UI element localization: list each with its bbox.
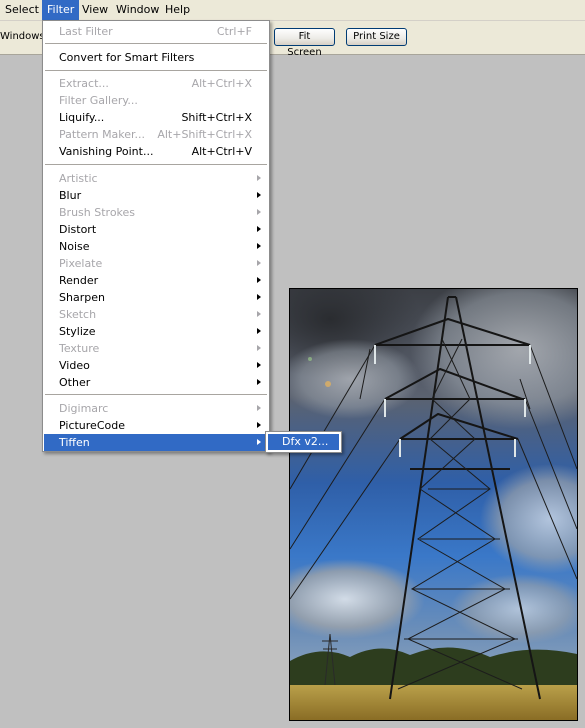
- menu-separator: [45, 164, 267, 166]
- menu-item-pixelate[interactable]: Pixelate: [44, 255, 268, 272]
- submenu-arrow-icon: [257, 175, 261, 181]
- menu-view[interactable]: View: [77, 0, 113, 20]
- options-windows-label: Windows: [0, 31, 45, 42]
- submenu-arrow-icon: [257, 294, 261, 300]
- menu-separator: [45, 70, 267, 72]
- menu-item-blur[interactable]: Blur: [44, 187, 268, 204]
- menu-separator: [45, 394, 267, 396]
- menu-item-convert-smart-filters[interactable]: Convert for Smart Filters: [44, 49, 268, 66]
- menu-item-distort[interactable]: Distort: [44, 221, 268, 238]
- menu-bar: Select Filter View Window Help: [0, 0, 585, 21]
- menu-item-picturecode[interactable]: PictureCode: [44, 417, 268, 434]
- menu-item-pattern-maker[interactable]: Pattern Maker... Alt+Shift+Ctrl+X: [44, 126, 268, 143]
- submenu-arrow-icon: [257, 277, 261, 283]
- submenu-arrow-icon: [257, 192, 261, 198]
- menu-help[interactable]: Help: [160, 0, 195, 20]
- menu-item-vanishing-point[interactable]: Vanishing Point... Alt+Ctrl+V: [44, 143, 268, 160]
- tiffen-submenu: Dfx v2...: [265, 431, 342, 453]
- menu-item-render[interactable]: Render: [44, 272, 268, 289]
- menu-item-digimarc[interactable]: Digimarc: [44, 400, 268, 417]
- submenu-arrow-icon: [257, 439, 261, 445]
- menu-window[interactable]: Window: [111, 0, 164, 20]
- menu-item-other[interactable]: Other: [44, 374, 268, 391]
- menu-item-sharpen[interactable]: Sharpen: [44, 289, 268, 306]
- menu-item-liquify[interactable]: Liquify... Shift+Ctrl+X: [44, 109, 268, 126]
- submenu-arrow-icon: [257, 362, 261, 368]
- submenu-item-dfx-v2[interactable]: Dfx v2...: [268, 434, 339, 450]
- submenu-arrow-icon: [257, 328, 261, 334]
- menu-item-brush-strokes[interactable]: Brush Strokes: [44, 204, 268, 221]
- menu-item-texture[interactable]: Texture: [44, 340, 268, 357]
- menu-item-last-filter[interactable]: Last Filter Ctrl+F: [44, 23, 268, 40]
- filter-menu: Last Filter Ctrl+F Convert for Smart Filt…: [42, 20, 270, 452]
- menu-item-tiffen[interactable]: Tiffen: [44, 434, 268, 451]
- submenu-arrow-icon: [257, 243, 261, 249]
- fit-screen-button[interactable]: Fit Screen: [274, 28, 335, 58]
- submenu-arrow-icon: [257, 311, 261, 317]
- menu-filter[interactable]: Filter: [42, 0, 80, 20]
- menu-select[interactable]: Select: [0, 0, 44, 20]
- document-canvas[interactable]: [289, 288, 578, 721]
- submenu-arrow-icon: [257, 345, 261, 351]
- menu-item-extract[interactable]: Extract... Alt+Ctrl+X: [44, 75, 268, 92]
- menu-item-filter-gallery[interactable]: Filter Gallery...: [44, 92, 268, 109]
- menu-item-sketch[interactable]: Sketch: [44, 306, 268, 323]
- menu-item-stylize[interactable]: Stylize: [44, 323, 268, 340]
- submenu-arrow-icon: [257, 379, 261, 385]
- menu-item-artistic[interactable]: Artistic: [44, 170, 268, 187]
- submenu-arrow-icon: [257, 226, 261, 232]
- submenu-arrow-icon: [257, 405, 261, 411]
- pylon-photo: [290, 289, 577, 720]
- submenu-arrow-icon: [257, 422, 261, 428]
- print-size-button[interactable]: Print Size: [346, 28, 407, 46]
- submenu-arrow-icon: [257, 260, 261, 266]
- menu-item-noise[interactable]: Noise: [44, 238, 268, 255]
- menu-separator: [45, 43, 267, 45]
- submenu-arrow-icon: [257, 209, 261, 215]
- menu-item-video[interactable]: Video: [44, 357, 268, 374]
